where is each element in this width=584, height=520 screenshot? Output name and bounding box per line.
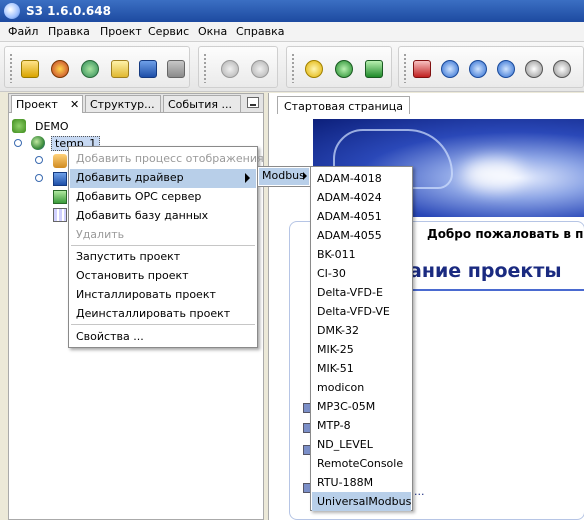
menu-item-add-opc-server[interactable]: Добавить OPC сервер — [70, 188, 256, 207]
tab-events[interactable]: События ... — [163, 95, 241, 112]
toolbar-group-file — [4, 46, 190, 88]
driver-item-bk-011[interactable]: BK-011 — [312, 245, 411, 264]
driver-item-universalmodbus[interactable]: UniversalModbus — [312, 492, 411, 511]
tab-project-label: Проект — [16, 98, 58, 111]
driver-item-adam-4024[interactable]: ADAM-4024 — [312, 188, 411, 207]
arrow-up-icon[interactable] — [441, 60, 459, 78]
more-link[interactable]: ... — [414, 485, 425, 498]
title-bar: S3 1.6.0.648 — [0, 0, 584, 22]
toolbar-grip[interactable] — [9, 53, 13, 83]
tab-project[interactable]: Проект ✕ — [11, 95, 83, 113]
close-icon[interactable]: ✕ — [70, 98, 79, 111]
users-icon — [53, 154, 67, 168]
open-folder-icon[interactable] — [111, 60, 129, 78]
modbus-submenu: Modbus — [257, 166, 311, 187]
menu-item-add-display-process[interactable]: Добавить процесс отображения — [70, 150, 264, 169]
new-project-icon[interactable] — [21, 60, 39, 78]
driver-item-mik-51[interactable]: MIK-51 — [312, 359, 411, 378]
context-menu: Добавить процесс отображения Добавить др… — [68, 146, 264, 348]
menu-item-add-driver[interactable]: Добавить драйвер — [70, 169, 256, 188]
menu-service[interactable]: Сервис — [148, 25, 189, 38]
minimize-icon[interactable] — [247, 97, 259, 108]
monitor-icon — [53, 172, 67, 186]
menu-item-properties[interactable]: Свойства ... — [70, 328, 256, 347]
menu-file[interactable]: Файл — [8, 25, 38, 38]
toolbar-grip[interactable] — [403, 53, 407, 83]
menu-item-add-driver-label: Добавить драйвер — [76, 171, 184, 184]
toolbar-group-edit — [198, 46, 278, 88]
tab-start-page[interactable]: Стартовая страница — [277, 96, 411, 114]
menu-help[interactable]: Справка — [236, 25, 284, 38]
globe-icon[interactable] — [81, 60, 99, 78]
menu-windows[interactable]: Окна — [198, 25, 227, 38]
driver-item-mp3c-05m[interactable]: MP3C-05M — [312, 397, 411, 416]
chart-icon — [53, 190, 67, 204]
driver-item-adam-4055[interactable]: ADAM-4055 — [312, 226, 411, 245]
run-icon[interactable] — [335, 60, 353, 78]
driver-submenu: ADAM-4018 ADAM-4024 ADAM-4051 ADAM-4055 … — [310, 166, 413, 511]
banner-glow — [463, 159, 523, 189]
heading-underline — [389, 289, 584, 291]
menu-separator — [71, 324, 255, 325]
toolbar — [0, 42, 584, 92]
toolbar-group-tools — [286, 46, 392, 88]
play-icon[interactable] — [469, 60, 487, 78]
toolbar-group-runtime — [398, 46, 584, 88]
menu-item-delete[interactable]: Удалить — [70, 226, 256, 245]
menu-item-start-project[interactable]: Запустить проект — [70, 248, 256, 267]
menu-item-stop-project[interactable]: Остановить проект — [70, 267, 256, 286]
driver-item-nd-level[interactable]: ND_LEVEL — [312, 435, 411, 454]
submenu-arrow-icon — [245, 173, 250, 183]
table-icon — [53, 208, 67, 222]
menu-item-install-project[interactable]: Инсталлировать проект — [70, 286, 256, 305]
menu-item-modbus[interactable]: Modbus — [259, 168, 309, 185]
deploy-icon[interactable] — [365, 60, 383, 78]
puzzle-icon — [12, 119, 26, 133]
save-icon[interactable] — [139, 60, 157, 78]
tree-toggle-icon[interactable] — [35, 156, 43, 164]
driver-item-adam-4051[interactable]: ADAM-4051 — [312, 207, 411, 226]
undo-icon[interactable] — [221, 60, 239, 78]
connect-icon[interactable] — [525, 60, 543, 78]
driver-item-modicon[interactable]: modicon — [312, 378, 411, 397]
menu-edit[interactable]: Правка — [48, 25, 90, 38]
driver-item-ci-30[interactable]: CI-30 — [312, 264, 411, 283]
left-panel-tabs: Проект ✕ Структур... События ... — [9, 94, 263, 113]
pause-icon[interactable] — [497, 60, 515, 78]
compile-icon[interactable] — [305, 60, 323, 78]
driver-item-mtp-8[interactable]: MTP-8 — [312, 416, 411, 435]
welcome-text: Добро пожаловать в п — [427, 227, 584, 241]
save-all-icon[interactable] — [167, 60, 185, 78]
globe-icon — [31, 136, 45, 150]
redo-icon[interactable] — [251, 60, 269, 78]
menu-separator — [71, 245, 255, 246]
toolbar-grip[interactable] — [291, 53, 295, 83]
driver-item-adam-4018[interactable]: ADAM-4018 — [312, 169, 411, 188]
tree-toggle-icon[interactable] — [14, 139, 22, 147]
app-icon — [4, 3, 20, 19]
tree-toggle-icon[interactable] — [35, 174, 43, 182]
driver-item-rtu-188m[interactable]: RTU-188M — [312, 473, 411, 492]
driver-item-dmk-32[interactable]: DMK-32 — [312, 321, 411, 340]
tree-root-label[interactable]: DEMO — [35, 120, 69, 133]
driver-item-mik-25[interactable]: MIK-25 — [312, 340, 411, 359]
window-title: S3 1.6.0.648 — [26, 4, 111, 18]
menu-project[interactable]: Проект — [100, 25, 142, 38]
menu-item-modbus-label: Modbus — [262, 169, 305, 182]
stop-icon[interactable] — [413, 60, 431, 78]
tab-structure[interactable]: Структур... — [85, 95, 161, 112]
submenu-arrow-icon — [303, 172, 307, 180]
menu-item-uninstall-project[interactable]: Деинсталлировать проект — [70, 305, 256, 324]
driver-item-delta-vfd-ve[interactable]: Delta-VFD-VE — [312, 302, 411, 321]
disconnect-icon[interactable] — [553, 60, 571, 78]
menu-item-add-database[interactable]: Добавить базу данных — [70, 207, 256, 226]
settings-icon[interactable] — [51, 60, 69, 78]
menu-bar: Файл Правка Проект Сервис Окна Справка — [0, 22, 584, 42]
toolbar-grip[interactable] — [203, 53, 207, 83]
driver-item-remoteconsole[interactable]: RemoteConsole — [312, 454, 411, 473]
section-heading: ание проекты — [409, 260, 562, 282]
driver-item-delta-vfd-e[interactable]: Delta-VFD-E — [312, 283, 411, 302]
